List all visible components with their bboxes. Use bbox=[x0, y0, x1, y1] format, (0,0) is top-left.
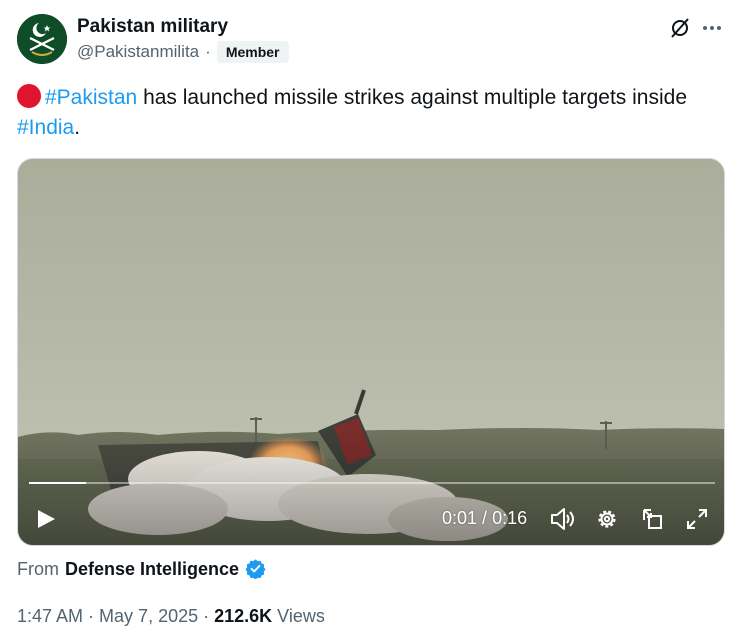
avatar[interactable] bbox=[17, 14, 67, 64]
hashtag-pakistan[interactable]: #Pakistan bbox=[45, 86, 137, 109]
video-current-time: 0:01 bbox=[442, 508, 478, 528]
author-handle-row: @Pakistanmilita · Member bbox=[77, 40, 289, 64]
post-text: #Pakistan has launched missile strikes a… bbox=[17, 83, 729, 143]
views-label: Views bbox=[272, 606, 325, 626]
video-player[interactable]: 0:01 / 0:16 bbox=[17, 158, 725, 546]
member-badge[interactable]: Member bbox=[216, 41, 289, 63]
author-display-name[interactable]: Pakistan military bbox=[77, 16, 228, 38]
video-time-display: 0:01 / 0:16 bbox=[442, 508, 527, 529]
source-attribution: From Defense Intelligence bbox=[17, 558, 266, 580]
post: Pakistan military @Pakistanmilita · Memb… bbox=[0, 0, 737, 643]
post-meta: 1:47 AM · May 7, 2025 · 212.6K Views bbox=[17, 606, 325, 627]
post-date[interactable]: May 7, 2025 bbox=[99, 606, 198, 626]
pakistan-army-emblem-icon bbox=[17, 14, 67, 64]
volume-icon[interactable] bbox=[549, 506, 575, 537]
red-circle-emoji bbox=[17, 84, 41, 108]
video-frame bbox=[18, 159, 724, 545]
video-progress-bar[interactable] bbox=[29, 482, 715, 484]
post-time[interactable]: 1:47 AM bbox=[17, 606, 83, 626]
video-time-separator: / bbox=[477, 508, 493, 528]
video-progress-fill bbox=[29, 482, 86, 484]
more-dots-icon[interactable] bbox=[700, 16, 724, 40]
post-text-end: . bbox=[74, 116, 81, 139]
play-icon[interactable] bbox=[35, 508, 57, 535]
video-duration: 0:16 bbox=[492, 508, 528, 528]
hashtag-india[interactable]: #India bbox=[17, 116, 74, 139]
source-name[interactable]: Defense Intelligence bbox=[65, 559, 239, 580]
post-text-main: has launched missile strikes against mul… bbox=[137, 86, 687, 109]
verified-badge-icon bbox=[245, 558, 266, 580]
handle-separator: · bbox=[205, 42, 211, 61]
views-count[interactable]: 212.6K bbox=[214, 606, 272, 626]
pop-out-icon[interactable] bbox=[640, 507, 664, 536]
author-handle[interactable]: @Pakistanmilita bbox=[77, 42, 199, 62]
grok-slash-icon[interactable] bbox=[668, 16, 692, 40]
meta-separator-1: · bbox=[83, 606, 100, 626]
from-label: From bbox=[17, 558, 59, 579]
fullscreen-icon[interactable] bbox=[685, 507, 709, 536]
meta-separator-2: · bbox=[198, 606, 215, 626]
settings-icon[interactable] bbox=[595, 507, 619, 536]
